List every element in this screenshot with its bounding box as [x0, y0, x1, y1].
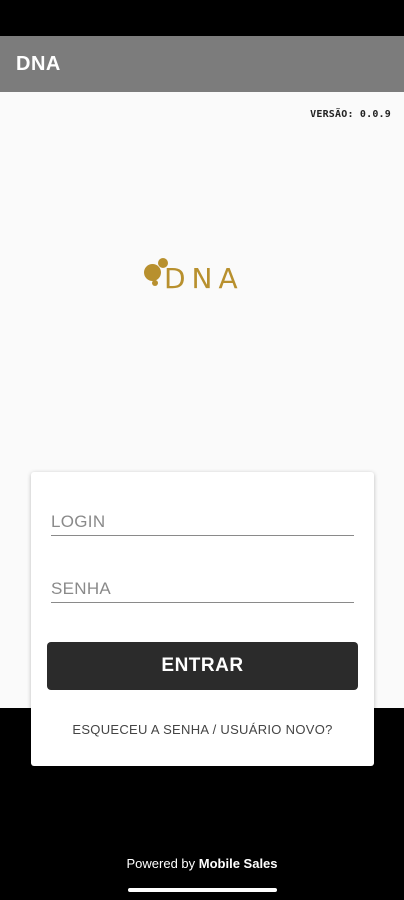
login-input[interactable]	[51, 502, 354, 535]
powered-by-brand: Mobile Sales	[198, 856, 278, 871]
forgot-password-link[interactable]: ESQUECEU A SENHA / USUÁRIO NOVO?	[31, 722, 374, 737]
logo-dot-large	[144, 264, 161, 281]
powered-by-footer: Powered by Mobile Sales	[0, 856, 404, 871]
version-label: VERSÃO: 0.0.9	[310, 109, 391, 120]
status-bar	[0, 0, 404, 36]
logo-dot-tiny	[152, 280, 158, 286]
entrar-button[interactable]: ENTRAR	[47, 642, 358, 690]
dna-logo: DNA	[144, 256, 250, 306]
login-card: ENTRAR ESQUECEU A SENHA / USUÁRIO NOVO?	[31, 472, 374, 766]
app-title: DNA	[16, 52, 61, 75]
home-indicator[interactable]	[128, 888, 277, 892]
senha-input[interactable]	[51, 569, 354, 602]
app-bar: DNA	[0, 36, 404, 92]
logo-wordmark: DNA	[164, 262, 244, 295]
senha-field	[51, 569, 354, 603]
login-field	[51, 502, 354, 536]
powered-by-prefix: Powered by	[126, 856, 196, 871]
